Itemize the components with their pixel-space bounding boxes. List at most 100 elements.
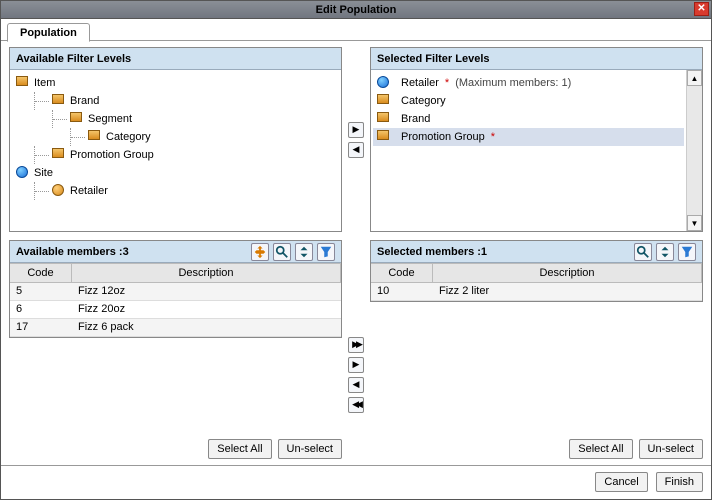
available-members-pane: Available members :3 (9, 240, 342, 459)
box-icon (52, 148, 66, 162)
filter-tree[interactable]: Item Brand Segment (10, 70, 341, 204)
panel-header: Selected Filter Levels (371, 48, 702, 70)
panel-title: Available Filter Levels (16, 53, 131, 65)
panel-header: Available members :3 (10, 241, 341, 263)
available-members-table: Code Description 5 Fizz 12oz 6 Fizz 20oz (10, 263, 341, 337)
select-all-button[interactable]: Select All (569, 439, 632, 459)
select-all-button[interactable]: Select All (208, 439, 271, 459)
table-body: 10 Fizz 2 liter (371, 283, 702, 301)
search-icon (636, 245, 650, 259)
move-left-button[interactable]: ◀ (348, 142, 364, 158)
box-icon (377, 112, 391, 126)
chevron-right-icon: ▶ (353, 359, 360, 370)
selected-level-promotion-group[interactable]: Promotion Group * (373, 128, 684, 146)
bottom-row: Available members :3 (9, 240, 703, 459)
box-icon (88, 130, 102, 144)
hierarchy-icon (253, 245, 267, 259)
close-button[interactable]: ✕ (694, 2, 709, 16)
table-body: 5 Fizz 12oz 6 Fizz 20oz 17 Fizz 6 pack (10, 283, 341, 337)
globe-icon (16, 166, 30, 180)
table-row[interactable]: 5 Fizz 12oz (10, 283, 341, 301)
levels-move-col: ▶ ◀ (346, 47, 366, 232)
box-icon (377, 130, 391, 144)
selected-level-category[interactable]: Category (373, 92, 684, 110)
required-marker: * (445, 77, 449, 89)
selected-members-panel: Selected members :1 (370, 240, 703, 302)
toolbar (251, 243, 335, 261)
close-icon: ✕ (697, 3, 705, 14)
selected-members-pane: Selected members :1 (370, 240, 703, 459)
available-levels-panel: Available Filter Levels Item Brand (9, 47, 342, 232)
dialog-body: Available Filter Levels Item Brand (1, 41, 711, 465)
move-one-left-button[interactable]: ◀ (348, 377, 364, 393)
dialog-title: Edit Population (316, 4, 397, 16)
filter-button[interactable] (317, 243, 335, 261)
panel-title: Selected members :1 (377, 246, 487, 258)
titlebar: Edit Population ✕ (1, 1, 711, 19)
chevron-right-icon: ▶ (353, 124, 360, 135)
available-levels-pane: Available Filter Levels Item Brand (9, 47, 342, 232)
table-row[interactable]: 17 Fizz 6 pack (10, 319, 341, 337)
search-button[interactable] (273, 243, 291, 261)
scrollbar[interactable]: ▲ ▼ (686, 70, 702, 231)
scroll-up-button[interactable]: ▲ (687, 70, 702, 86)
sort-button[interactable] (295, 243, 313, 261)
col-desc[interactable]: Description (72, 264, 341, 282)
toolbar (634, 243, 696, 261)
move-all-right-button[interactable]: ▶▶ (348, 337, 364, 353)
retailer-icon (52, 184, 66, 198)
panel-header: Selected members :1 (371, 241, 702, 263)
dialog-footer: Cancel Finish (1, 465, 711, 499)
dialog: Edit Population ✕ Population Available F… (0, 0, 712, 500)
hierarchy-button[interactable] (251, 243, 269, 261)
unselect-button[interactable]: Un-select (278, 439, 342, 459)
panel-body: Retailer * (Maximum members: 1) Category… (371, 70, 702, 231)
available-actions: Select All Un-select (9, 433, 342, 459)
selected-levels-panel: Selected Filter Levels Retailer * (Maxim… (370, 47, 703, 232)
tree-node-segment[interactable]: Segment (16, 110, 339, 128)
filter-button[interactable] (678, 243, 696, 261)
tree-node-site[interactable]: Site (16, 164, 339, 182)
double-chevron-left-icon: ◀◀ (352, 399, 360, 410)
panel-header: Available Filter Levels (10, 48, 341, 70)
available-members-panel: Available members :3 (9, 240, 342, 338)
unselect-button[interactable]: Un-select (639, 439, 703, 459)
table-row[interactable]: 6 Fizz 20oz (10, 301, 341, 319)
tree-node-brand[interactable]: Brand (16, 92, 339, 110)
tree-node-item[interactable]: Item (16, 74, 339, 92)
selected-levels-list[interactable]: Retailer * (Maximum members: 1) Category… (371, 70, 686, 231)
funnel-icon (680, 245, 694, 259)
cancel-button[interactable]: Cancel (595, 472, 647, 492)
finish-button[interactable]: Finish (656, 472, 703, 492)
col-desc[interactable]: Description (433, 264, 702, 282)
panel-body: Item Brand Segment (10, 70, 341, 231)
chevron-left-icon: ◀ (353, 144, 360, 155)
scroll-down-button[interactable]: ▼ (687, 215, 702, 231)
selected-levels-pane: Selected Filter Levels Retailer * (Maxim… (370, 47, 703, 232)
search-button[interactable] (634, 243, 652, 261)
members-move-col: ▶▶ ▶ ◀ ◀◀ (346, 240, 366, 459)
search-icon (275, 245, 289, 259)
tree-node-retailer[interactable]: Retailer (16, 182, 339, 200)
tab-strip: Population (1, 19, 711, 41)
selected-members-table: Code Description 10 Fizz 2 liter (371, 263, 702, 301)
box-icon (377, 94, 391, 108)
selected-level-retailer[interactable]: Retailer * (Maximum members: 1) (373, 74, 684, 92)
double-chevron-right-icon: ▶▶ (352, 339, 360, 350)
tree-node-category[interactable]: Category (16, 128, 339, 146)
selected-level-brand[interactable]: Brand (373, 110, 684, 128)
funnel-icon (319, 245, 333, 259)
col-code[interactable]: Code (10, 264, 72, 282)
move-one-right-button[interactable]: ▶ (348, 357, 364, 373)
tab-population[interactable]: Population (7, 23, 90, 42)
col-code[interactable]: Code (371, 264, 433, 282)
panel-title: Selected Filter Levels (377, 53, 490, 65)
box-icon (70, 112, 84, 126)
tree-node-promotion-group[interactable]: Promotion Group (16, 146, 339, 164)
move-all-left-button[interactable]: ◀◀ (348, 397, 364, 413)
table-header: Code Description (10, 263, 341, 283)
globe-icon (377, 76, 391, 90)
move-right-button[interactable]: ▶ (348, 122, 364, 138)
table-row[interactable]: 10 Fizz 2 liter (371, 283, 702, 301)
sort-button[interactable] (656, 243, 674, 261)
